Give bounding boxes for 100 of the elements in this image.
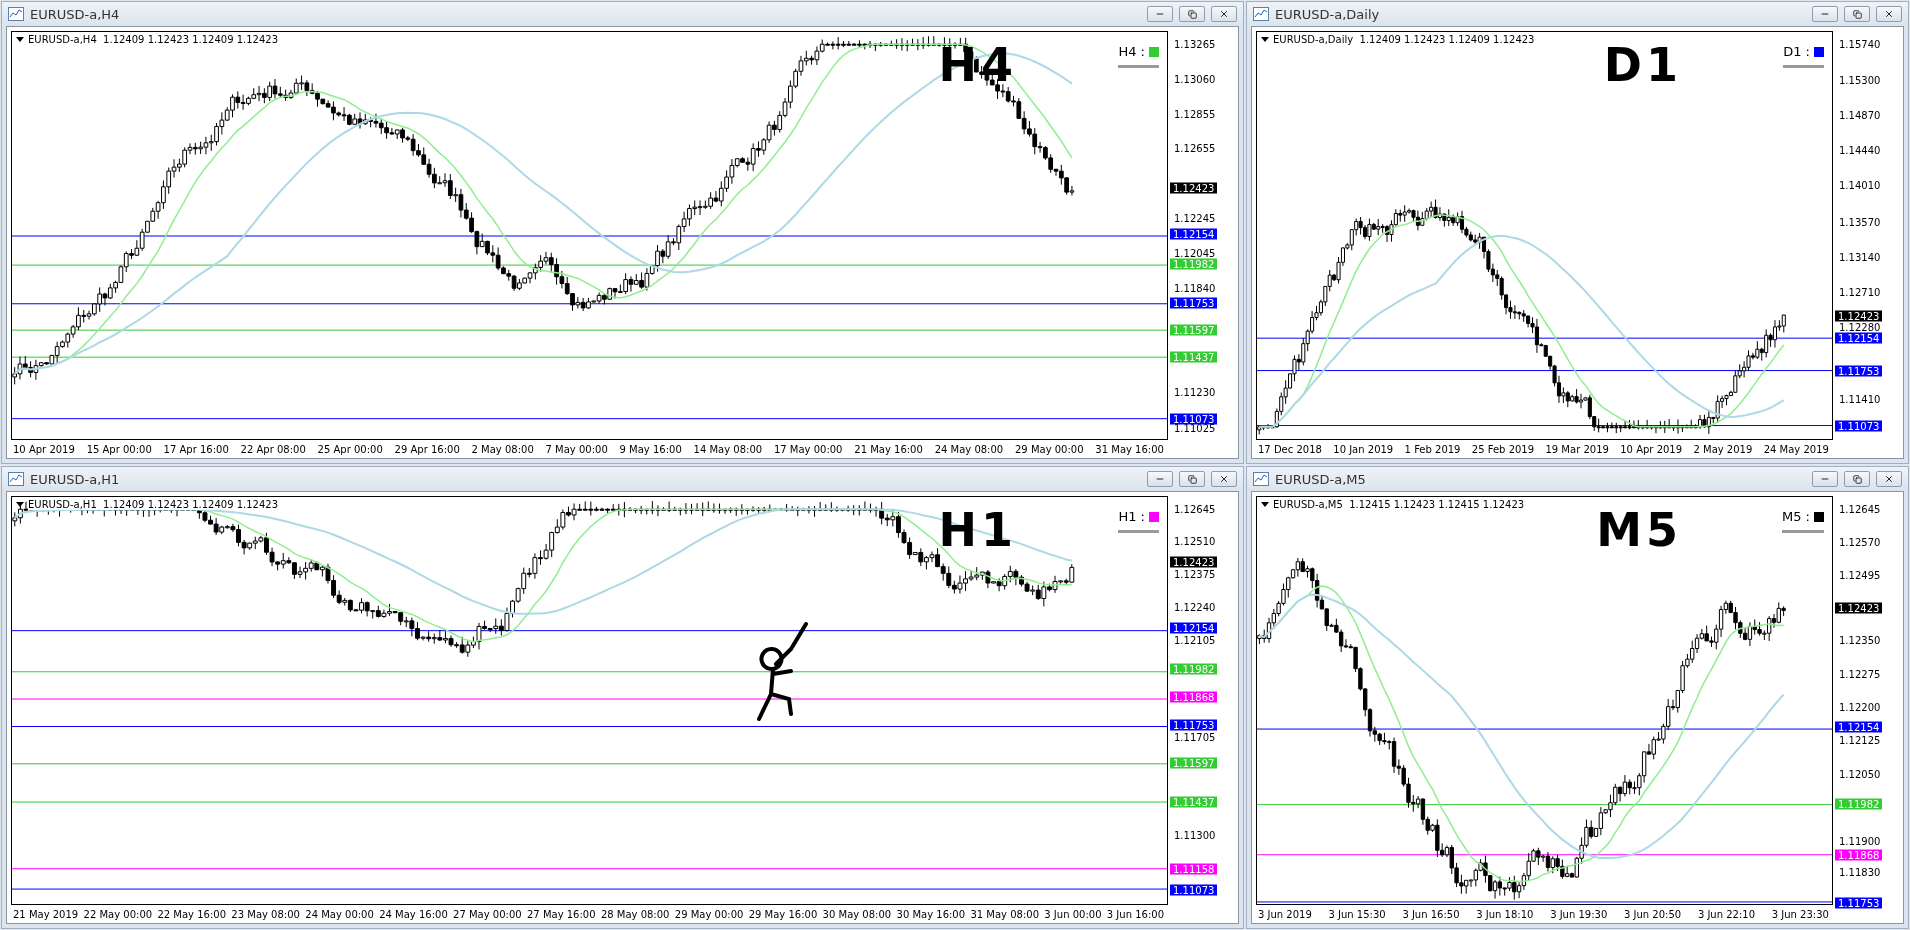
price-tick-label: 1.11840 bbox=[1174, 282, 1216, 294]
chart-info-text: EURUSD-a,Daily 1.12409 1.12423 1.12409 1.12423 bbox=[1273, 34, 1535, 45]
time-axis-label: 21 May 2019 bbox=[13, 908, 79, 920]
minimize-button[interactable] bbox=[1147, 471, 1173, 487]
price-tick-label: 1.12645 bbox=[1839, 503, 1881, 514]
time-axis-label: 24 May 08:00 bbox=[934, 443, 1004, 455]
price-tick-label: 1.13140 bbox=[1839, 251, 1881, 263]
time-axis-label: 3 Jun 22:10 bbox=[1697, 908, 1756, 920]
close-button[interactable] bbox=[1211, 471, 1237, 487]
price-tick-label: 1.12045 bbox=[1174, 247, 1216, 259]
price-tick-label: 1.13265 bbox=[1174, 38, 1216, 49]
price-tag: 1.11753 bbox=[1170, 297, 1218, 309]
price-tick-label: 1.12495 bbox=[1839, 569, 1881, 581]
time-axis-label: 3 Jun 19:30 bbox=[1550, 908, 1608, 920]
price-tick-label: 1.12240 bbox=[1174, 601, 1216, 613]
time-axis-label: 22 Apr 08:00 bbox=[240, 443, 306, 455]
price-tick-label: 1.11830 bbox=[1839, 866, 1881, 878]
time-axis-label: 24 May 00:00 bbox=[305, 908, 374, 920]
price-tick-label: 1.14010 bbox=[1839, 179, 1881, 191]
dropdown-icon[interactable] bbox=[16, 502, 24, 507]
price-tick-label: 1.12200 bbox=[1839, 701, 1881, 713]
close-button[interactable] bbox=[1876, 6, 1902, 22]
dropdown-icon[interactable] bbox=[1261, 37, 1269, 42]
window-title: EURUSD-a,Daily bbox=[1275, 6, 1381, 22]
price-tick-label: 1.14870 bbox=[1839, 109, 1881, 121]
handwritten-note: D1 bbox=[1603, 38, 1682, 92]
price-tick-label: 1.12280 bbox=[1839, 321, 1881, 333]
chart-icon bbox=[1253, 7, 1269, 21]
price-tag: 1.12423 bbox=[1170, 182, 1218, 194]
time-axis-label: 29 May 00:00 bbox=[674, 908, 744, 920]
price-tag: 1.11753 bbox=[1835, 897, 1883, 909]
price-tag: 1.11753 bbox=[1835, 365, 1883, 377]
time-axis-label: 30 May 08:00 bbox=[822, 908, 892, 920]
price-tick-label: 1.11300 bbox=[1174, 829, 1216, 841]
time-axis-label: 10 Jan 2019 bbox=[1333, 443, 1394, 455]
time-axis-label: 27 May 00:00 bbox=[453, 908, 522, 920]
time-axis-label: 3 Jun 18:10 bbox=[1476, 908, 1534, 920]
time-axis-label: 23 May 08:00 bbox=[231, 908, 300, 920]
time-axis-label: 3 Jun 20:50 bbox=[1624, 908, 1682, 920]
time-axis-label: 3 Jun 2019 bbox=[1258, 908, 1312, 920]
price-tag: 1.11982 bbox=[1170, 663, 1218, 675]
time-axis-label: 25 Apr 00:00 bbox=[317, 443, 383, 455]
restore-button[interactable] bbox=[1179, 471, 1205, 487]
chart-icon bbox=[8, 472, 24, 486]
time-axis-label: 27 May 16:00 bbox=[527, 908, 596, 920]
time-axis-label: 24 May 16:00 bbox=[379, 908, 448, 920]
price-tick-label: 1.12375 bbox=[1174, 568, 1216, 580]
price-tick-label: 1.12645 bbox=[1174, 503, 1216, 514]
time-axis-label: 19 Mar 2019 bbox=[1545, 443, 1609, 455]
time-axis-label: 22 May 00:00 bbox=[83, 908, 153, 920]
price-tag: 1.11158 bbox=[1170, 863, 1218, 875]
dropdown-icon[interactable] bbox=[1261, 502, 1269, 507]
time-axis-label: 29 May 00:00 bbox=[1015, 443, 1084, 455]
time-axis-label: 3 Jun 00:00 bbox=[1044, 908, 1102, 920]
restore-button[interactable] bbox=[1179, 6, 1205, 22]
price-tag: 1.12154 bbox=[1835, 332, 1883, 344]
price-tick-label: 1.12710 bbox=[1839, 286, 1881, 298]
price-tag: 1.11073 bbox=[1170, 884, 1218, 896]
minimize-button[interactable] bbox=[1812, 471, 1838, 487]
chart-icon bbox=[8, 7, 24, 21]
time-axis-label: 7 May 00:00 bbox=[545, 443, 608, 455]
restore-button[interactable] bbox=[1844, 6, 1870, 22]
close-button[interactable] bbox=[1876, 471, 1902, 487]
dropdown-icon[interactable] bbox=[16, 37, 24, 42]
price-tick-label: 1.12105 bbox=[1174, 634, 1216, 645]
close-icon bbox=[1884, 474, 1894, 484]
price-tag: 1.11982 bbox=[1170, 258, 1218, 269]
price-tick-label: 1.13570 bbox=[1839, 216, 1881, 227]
minimize-button[interactable] bbox=[1147, 6, 1173, 22]
chart-info-text: EURUSD-a,H4 1.12409 1.12423 1.12409 1.12423 bbox=[28, 34, 279, 45]
close-icon bbox=[1219, 474, 1229, 484]
time-axis-label: 24 May 2019 bbox=[1763, 443, 1829, 455]
price-tick-label: 1.11410 bbox=[1839, 393, 1881, 405]
price-tick-label: 1.12125 bbox=[1839, 734, 1881, 746]
time-axis-label: 3 Jun 16:00 bbox=[1106, 908, 1164, 920]
time-axis-label: 28 May 08:00 bbox=[600, 908, 670, 920]
price-tag: 1.12423 bbox=[1170, 556, 1218, 568]
chart-info-text: EURUSD-a,M5 1.12415 1.12423 1.12415 1.12423 bbox=[1273, 499, 1525, 510]
minimize-button[interactable] bbox=[1812, 6, 1838, 22]
restore-icon bbox=[1187, 474, 1197, 484]
price-tick-label: 1.12570 bbox=[1839, 536, 1881, 548]
price-tick-label: 1.11705 bbox=[1174, 731, 1216, 743]
legend-label: H4 : bbox=[1118, 44, 1145, 59]
time-axis-label: 15 Apr 00:00 bbox=[86, 443, 152, 455]
time-axis-label: 30 May 16:00 bbox=[896, 908, 966, 920]
price-tag: 1.12154 bbox=[1835, 721, 1883, 733]
restore-button[interactable] bbox=[1844, 471, 1870, 487]
price-tag: 1.12154 bbox=[1170, 622, 1218, 634]
close-button[interactable] bbox=[1211, 6, 1237, 22]
chart-icon bbox=[1253, 472, 1269, 486]
price-tag: 1.11868 bbox=[1835, 849, 1883, 861]
price-tag: 1.11597 bbox=[1170, 324, 1218, 335]
time-axis-label: 17 Dec 2018 bbox=[1258, 443, 1322, 455]
price-tick-label: 1.15300 bbox=[1839, 74, 1881, 86]
price-tick-label: 1.12510 bbox=[1174, 535, 1216, 547]
chart-info-text: EURUSD-a,H1 1.12409 1.12423 1.12409 1.12423 bbox=[28, 499, 279, 510]
window-title: EURUSD-a,H1 bbox=[30, 471, 121, 487]
price-tag: 1.11982 bbox=[1835, 798, 1883, 810]
price-tick-label: 1.12855 bbox=[1174, 108, 1216, 120]
handwritten-note: H1 bbox=[938, 503, 1017, 557]
